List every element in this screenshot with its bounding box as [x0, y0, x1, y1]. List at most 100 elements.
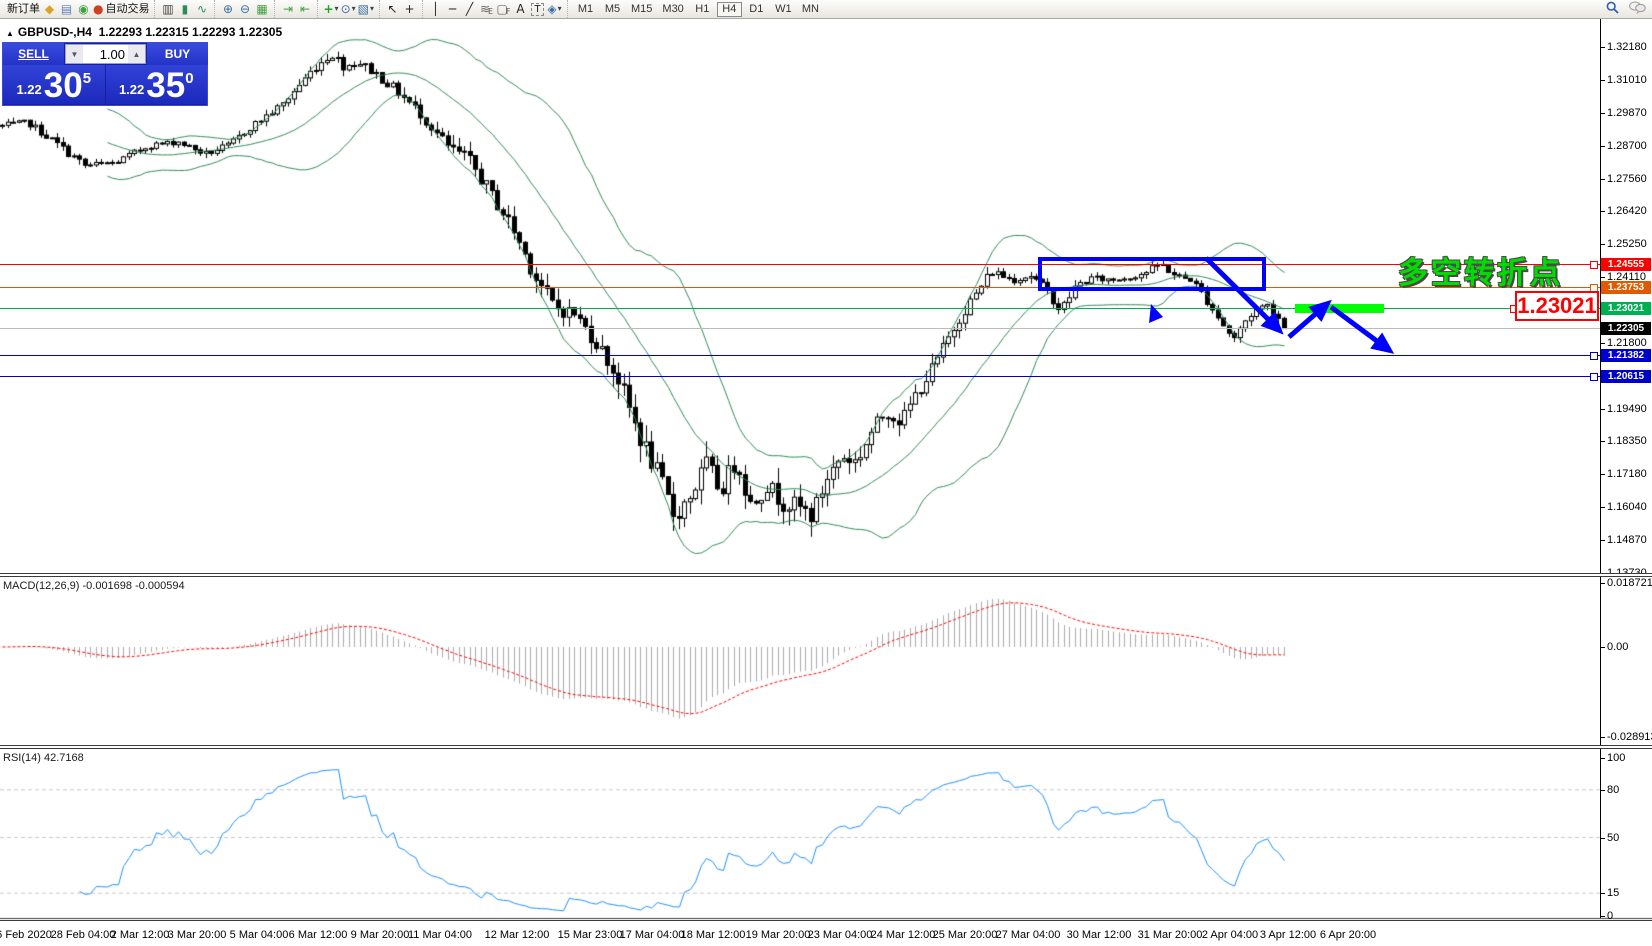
trendline-icon[interactable]: ╱: [461, 1, 478, 17]
price-axis-tick: 1.32180: [1601, 41, 1647, 53]
horizontal-line-icon[interactable]: ─: [444, 1, 461, 17]
price-axis-tick: 1.21800: [1601, 336, 1647, 349]
price-level-line-1.23753[interactable]: [0, 287, 1600, 288]
vertical-line-icon[interactable]: │: [427, 1, 444, 17]
price-level-line-1.22305[interactable]: [0, 328, 1600, 329]
autotrading-button[interactable]: ● 自动交易: [92, 1, 150, 17]
sell-price-pip: 5: [82, 70, 92, 87]
macd-panel-separator: [0, 573, 1652, 577]
zoom-in-icon[interactable]: ⊕: [219, 1, 236, 17]
periods-button[interactable]: ⊙ ▾: [340, 1, 357, 17]
arrows-button[interactable]: ◈ ▾: [546, 1, 563, 17]
text-icon[interactable]: A: [512, 1, 529, 17]
chart-ohlc-values: 1.22293 1.22315 1.22293 1.22305: [98, 25, 283, 39]
macd-axis-tick: -0.028913: [1601, 731, 1652, 743]
rsi-indicator-label: RSI(14) 42.7168: [3, 752, 84, 764]
sell-price-display[interactable]: 1.22 30 5: [3, 65, 105, 104]
price-level-line-1.20615[interactable]: [0, 376, 1600, 377]
line-selection-handle[interactable]: [1590, 352, 1598, 360]
chart-symbol-period: GBPUSD-,H4: [17, 25, 92, 39]
chinese-annotation-text[interactable]: 多空转折点: [1398, 248, 1563, 292]
toolbar-file-group: 新订单 ◆ ▤ ◉ ● 自动交易: [0, 0, 154, 18]
rsi-axis-tick: 50: [1600, 832, 1620, 844]
chart-window-icon[interactable]: ◆: [41, 1, 58, 17]
support-highlight-bar[interactable]: [1295, 304, 1384, 313]
timeframe-button-mn[interactable]: MN: [798, 2, 823, 17]
chat-icon[interactable]: [1629, 1, 1646, 17]
rsi-axis-tick: 15: [1600, 887, 1620, 899]
toolbar-chart-type-group: ▥ ▮ ∿: [154, 0, 214, 18]
line-selection-handle[interactable]: [1590, 373, 1598, 381]
price-axis-tick: 1.18350: [1601, 435, 1647, 448]
price-axis-border: [1600, 19, 1601, 918]
rsi-panel-separator: [0, 745, 1652, 749]
toolbar-zoom-group: ⊕ ⊖ ▦: [214, 0, 274, 18]
buy-price-main: 35: [146, 66, 186, 106]
consolidation-rectangle[interactable]: [1038, 257, 1266, 291]
timeframe-button-h4[interactable]: H4: [716, 1, 742, 17]
search-icon[interactable]: [1606, 1, 1619, 17]
price-level-label-1.20615: 1.20615: [1601, 370, 1651, 383]
chart-window: ▲ GBPUSD-,H4 1.22293 1.22315 1.22293 1.22…: [0, 19, 1652, 922]
price-level-label-1.23753: 1.23753: [1601, 281, 1651, 294]
price-callout-label[interactable]: 1.23021: [1515, 291, 1599, 321]
macd-indicator-label: MACD(12,26,9) -0.001698 -0.000594: [3, 580, 185, 592]
timeframe-button-w1[interactable]: W1: [771, 2, 796, 17]
price-level-label-1.23021: 1.23021: [1601, 302, 1651, 315]
buy-price-display[interactable]: 1.22 35 0: [105, 65, 207, 106]
timeframe-button-m30[interactable]: M30: [658, 2, 687, 17]
toolbar-scroll-group: ⇥ ⇤: [274, 0, 317, 18]
price-axis-tick: 1.29870: [1601, 106, 1647, 119]
price-axis-tick: 1.14870: [1601, 534, 1647, 547]
crosshair-icon[interactable]: +: [401, 1, 418, 17]
text-label-icon[interactable]: T: [529, 1, 546, 17]
one-click-trading-panel: SELL ▼ ▲ BUY 1.22 30 5 1.22 35 0: [2, 42, 208, 106]
timeframe-button-m1[interactable]: M1: [573, 2, 598, 17]
price-level-label-1.21382: 1.21382: [1601, 349, 1651, 362]
rsi-axis-tick: 100: [1600, 752, 1626, 764]
price-chart-canvas[interactable]: [0, 19, 1652, 920]
toolbar-insert-group: + ▾ ⊙ ▾ ▧ ▾: [317, 0, 379, 18]
sell-button[interactable]: SELL: [3, 43, 64, 65]
time-axis: 6 Feb 2020 28 Feb 04:00 2 Mar 12:00 3 Mar 2…: [0, 920, 1652, 946]
collapse-icon[interactable]: ▲: [6, 29, 14, 38]
buy-button[interactable]: BUY: [147, 43, 208, 65]
bar-chart-icon[interactable]: ▥: [159, 1, 176, 17]
volume-input[interactable]: [83, 45, 128, 63]
timeframe-button-m5[interactable]: M5: [600, 2, 625, 17]
templates-button[interactable]: ▧ ▾: [357, 1, 375, 17]
buy-price-pip: 0: [185, 70, 194, 87]
chart-title: ▲ GBPUSD-,H4 1.22293 1.22315 1.22293 1.22…: [6, 25, 282, 39]
sell-price-head: 1.22: [16, 82, 42, 97]
zoom-out-icon[interactable]: ⊖: [236, 1, 253, 17]
price-level-line-1.24555[interactable]: [0, 264, 1600, 265]
toolbar-timeframes-group: M1 M5 M15 M30 H1 H4 D1 W1 MN: [567, 0, 828, 18]
macd-axis-tick: 0.018721: [1601, 577, 1652, 589]
auto-scroll-icon[interactable]: ⇥: [279, 1, 296, 17]
timeframe-button-d1[interactable]: D1: [744, 2, 769, 17]
market-watch-icon[interactable]: ▤: [58, 1, 75, 17]
signals-icon[interactable]: ◉: [75, 1, 92, 17]
price-axis-tick: 1.31010: [1601, 74, 1647, 87]
price-level-line-1.21382[interactable]: [0, 355, 1600, 356]
sell-price-main: 30: [43, 66, 83, 106]
candlestick-chart-icon[interactable]: ▮: [176, 1, 193, 17]
chart-shift-icon[interactable]: ⇤: [296, 1, 313, 17]
volume-decrease-button[interactable]: ▼: [66, 45, 83, 63]
add-indicator-button[interactable]: + ▾: [322, 1, 339, 17]
volume-increase-button[interactable]: ▲: [128, 45, 145, 63]
line-chart-icon[interactable]: ∿: [193, 1, 210, 17]
price-axis-tick: 1.27560: [1601, 172, 1647, 185]
price-axis-tick: 1.26420: [1601, 205, 1647, 218]
toolbar-cursor-group: ↖ +: [379, 0, 422, 18]
timeframe-button-h1[interactable]: H1: [690, 2, 715, 17]
price-level-label-1.24555: 1.24555: [1601, 258, 1651, 271]
new-order-button[interactable]: 新订单: [4, 1, 41, 17]
tile-windows-icon[interactable]: ▦: [253, 1, 270, 17]
fibonacci-icon[interactable]: ≋ E: [478, 1, 495, 17]
timeframe-button-m15[interactable]: M15: [627, 2, 656, 17]
line-selection-handle[interactable]: [1590, 261, 1598, 269]
price-axis-tick: 1.19490: [1601, 402, 1647, 415]
channel-icon[interactable]: ▢ F: [495, 1, 512, 17]
cursor-icon[interactable]: ↖: [384, 1, 401, 17]
